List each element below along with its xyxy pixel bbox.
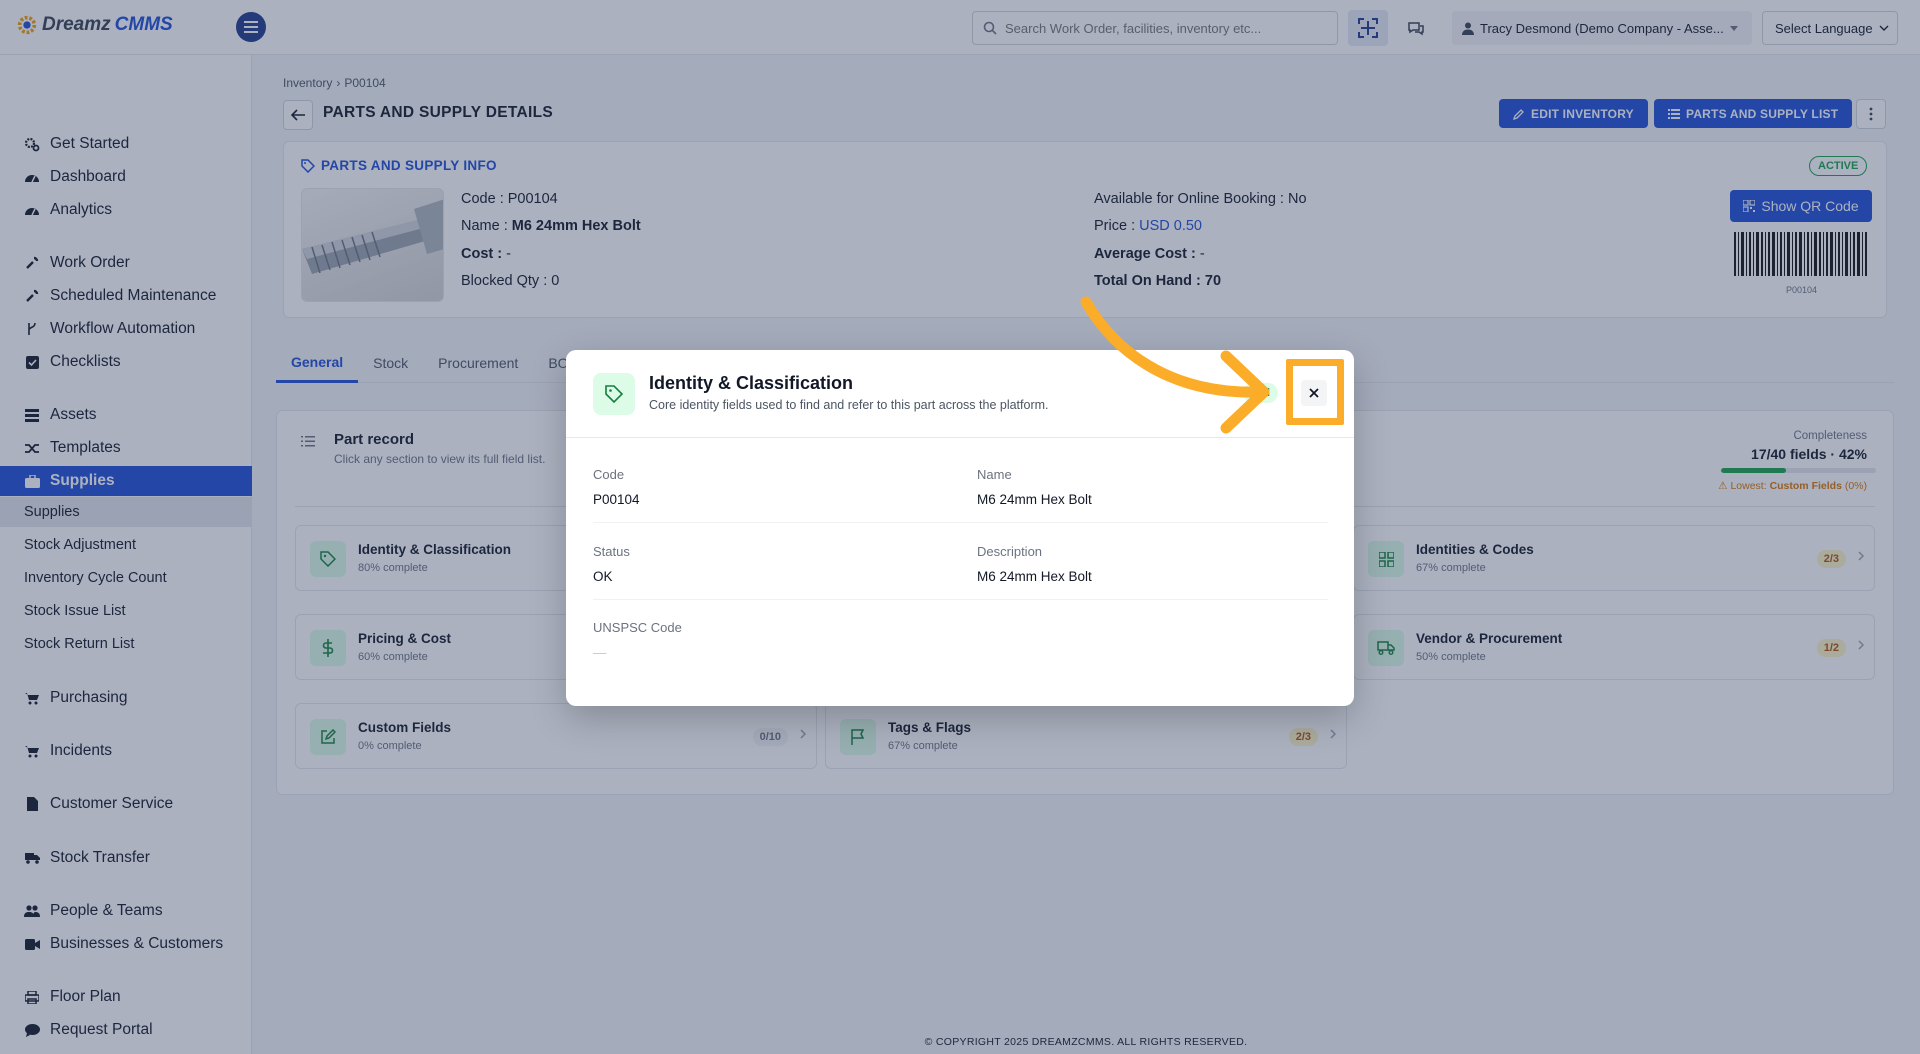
divider — [593, 522, 1328, 523]
field-value-code: P00104 — [593, 492, 640, 507]
field-value-status: OK — [593, 569, 613, 584]
annotation-highlight-box — [1286, 359, 1344, 425]
divider — [566, 437, 1354, 438]
field-label-description: Description — [977, 544, 1043, 559]
field-label-status: Status — [593, 544, 630, 559]
field-label-code: Code — [593, 467, 625, 482]
field-label-unspsc: UNSPSC Code — [593, 620, 682, 635]
modal-title: Identity & Classification — [649, 373, 854, 393]
field-value-name: M6 24mm Hex Bolt — [977, 492, 1092, 507]
tag-icon — [593, 373, 635, 415]
modal-subtitle: Core identity fields used to find and re… — [649, 398, 1049, 412]
divider — [593, 599, 1328, 600]
field-label-name: Name — [977, 467, 1012, 482]
identity-classification-modal: Identity & Classification Core identity … — [566, 350, 1354, 706]
modal-status-badge: lled — [1243, 383, 1278, 403]
field-value-description: M6 24mm Hex Bolt — [977, 569, 1092, 584]
field-value-unspsc: — — [593, 645, 607, 660]
